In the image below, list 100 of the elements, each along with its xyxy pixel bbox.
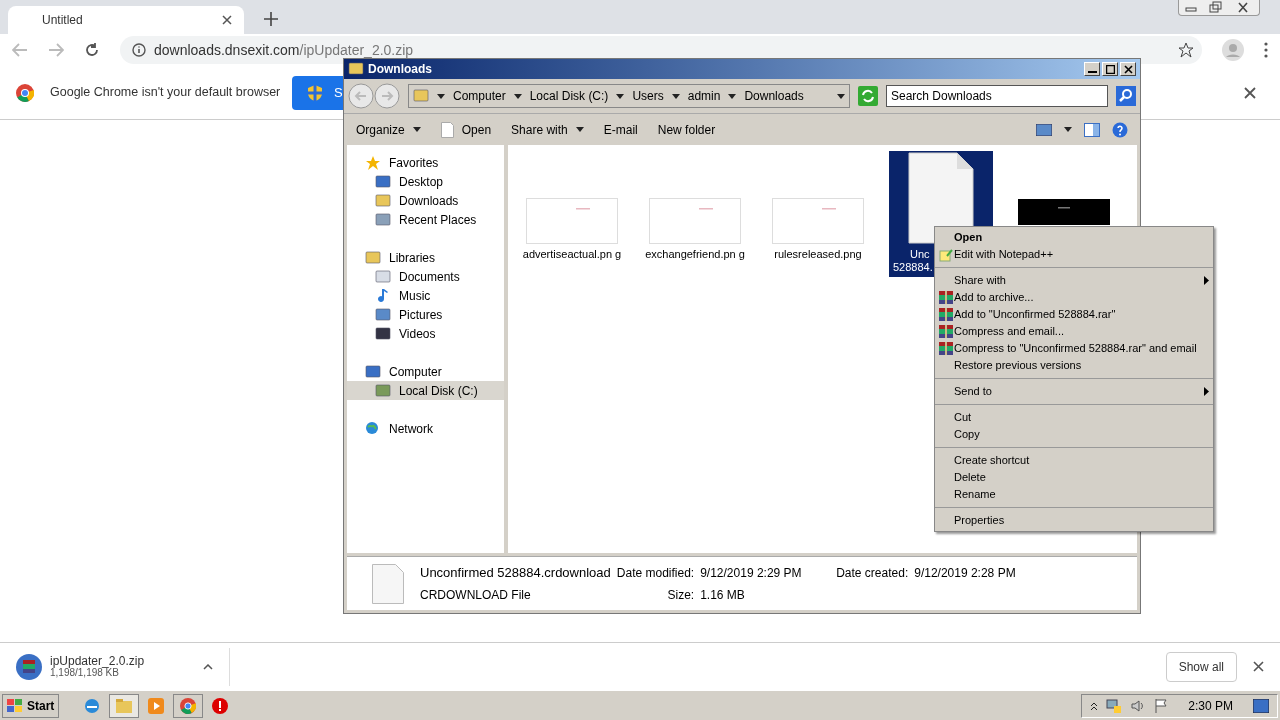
nav-item[interactable]: Videos — [347, 324, 504, 343]
nav-item[interactable]: Music — [347, 286, 504, 305]
field-label: Date created: — [836, 564, 909, 582]
url-text: downloads.dnsexit.com/ipUpdater_2.0.zip — [154, 40, 414, 60]
archive-icon — [939, 291, 953, 304]
refresh-icon[interactable] — [858, 86, 878, 106]
menu-item[interactable]: Create shortcut — [935, 452, 1213, 469]
window-title: Downloads — [368, 61, 432, 78]
nav-item[interactable]: Network — [347, 419, 504, 438]
chrome-logo-icon — [180, 697, 197, 714]
new-tab-icon[interactable] — [264, 12, 278, 26]
maximize-button[interactable] — [1102, 62, 1118, 76]
menu-item[interactable]: Compress to "Unconfirmed 528884.rar" and email — [935, 340, 1213, 357]
toolbar-button[interactable]: New folder — [657, 120, 716, 139]
menu-item[interactable]: Send to — [935, 383, 1213, 400]
start-button[interactable]: Start — [2, 693, 60, 718]
caret-icon — [671, 93, 680, 99]
network-icon[interactable] — [1106, 697, 1123, 714]
breadcrumb-item[interactable]: Computer — [453, 87, 506, 105]
nav-item[interactable]: Recent Places — [347, 210, 504, 229]
chevron-up-icon[interactable] — [1090, 700, 1099, 711]
menu-item[interactable]: Properties — [935, 512, 1213, 529]
address-bar[interactable]: Computer Local Disk (C:) Users admin Downloads — [408, 84, 850, 108]
field-label: Size: — [666, 587, 695, 605]
field-value: 9/12/2019 2:28 PM — [914, 564, 1016, 582]
menu-item[interactable]: Rename — [935, 486, 1213, 503]
menu-item[interactable]: Cut — [935, 409, 1213, 426]
field-value: 9/12/2019 2:29 PM — [700, 564, 803, 582]
caret-icon — [616, 93, 625, 99]
browser-icon[interactable] — [83, 696, 102, 715]
show-all-button[interactable]: Show all — [1165, 651, 1237, 682]
breadcrumb-item[interactable]: Users — [632, 87, 664, 105]
submenu-arrow-icon — [1204, 387, 1209, 396]
document-icon — [372, 563, 404, 604]
toolbar-button[interactable]: Share with — [511, 120, 584, 139]
menu-icon[interactable] — [1264, 42, 1268, 58]
file-item[interactable]: rulesreleased.png — [766, 151, 870, 277]
nav-item[interactable]: Desktop — [347, 172, 504, 191]
nav-item[interactable]: Downloads — [347, 191, 504, 210]
windows-logo-icon — [7, 698, 23, 713]
file-type: CRDOWNLOAD File — [420, 587, 532, 605]
chevron-up-icon[interactable] — [203, 663, 213, 670]
chrome-taskbar-button[interactable] — [173, 693, 204, 718]
nav-item[interactable]: Local Disk (C:) — [347, 381, 504, 400]
star-icon[interactable] — [1178, 42, 1194, 58]
document-icon — [440, 121, 454, 138]
minimize-button[interactable] — [1084, 62, 1100, 76]
file-name: exchangefriend.pn g — [645, 248, 745, 261]
folder-taskbar-button[interactable] — [109, 693, 140, 718]
close-icon[interactable] — [222, 15, 232, 25]
stop-icon[interactable] — [211, 696, 230, 715]
menu-item[interactable]: Compress and email... — [935, 323, 1213, 340]
menu-item[interactable]: Delete — [935, 469, 1213, 486]
close-icon[interactable] — [1244, 86, 1256, 99]
help-icon[interactable] — [1112, 121, 1128, 138]
nav-item[interactable]: Pictures — [347, 305, 504, 324]
menu-item[interactable]: Copy — [935, 426, 1213, 443]
browser-tab[interactable]: Untitled — [8, 6, 244, 34]
recent-places-icon — [375, 211, 391, 228]
caret-icon — [728, 93, 737, 99]
breadcrumb-item[interactable]: admin — [687, 87, 721, 105]
view-icon[interactable] — [1036, 123, 1052, 136]
document-icon — [375, 268, 391, 285]
close-icon[interactable] — [1253, 661, 1264, 672]
toolbar-button[interactable]: Open — [440, 120, 492, 139]
folder-icon — [116, 698, 133, 713]
close-icon — [1123, 64, 1133, 74]
breadcrumb-item[interactable]: Local Disk (C:) — [529, 87, 609, 105]
caret-icon — [1064, 127, 1072, 132]
caret-icon — [513, 93, 522, 99]
show-desktop-icon[interactable] — [1253, 698, 1269, 713]
nav-item[interactable]: Libraries — [347, 248, 504, 267]
monitor-icon — [375, 173, 391, 190]
nav-item[interactable]: Computer — [347, 362, 504, 381]
reload-icon[interactable] — [84, 42, 100, 58]
preview-pane-icon[interactable] — [1084, 122, 1100, 137]
infobar-message: Google Chrome isn't your default browser — [50, 84, 279, 102]
menu-item[interactable]: Restore previous versions — [935, 357, 1213, 374]
archive-icon — [939, 342, 953, 355]
file-item[interactable]: advertiseactual.pn g — [520, 151, 624, 277]
toolbar-button[interactable]: Organize — [356, 120, 421, 139]
folder-icon — [413, 88, 429, 104]
media-player-icon[interactable] — [147, 696, 166, 715]
file-item[interactable]: exchangefriend.pn g — [643, 151, 747, 277]
menu-item[interactable]: Add to archive... — [935, 289, 1213, 306]
flag-icon[interactable] — [1154, 697, 1169, 714]
menu-item[interactable]: Add to "Unconfirmed 528884.rar" — [935, 306, 1213, 323]
toolbar-button[interactable]: E-mail — [603, 120, 638, 139]
search-field[interactable]: Search Downloads — [886, 85, 1108, 107]
close-button[interactable] — [1120, 62, 1136, 76]
nav-item[interactable]: Favorites — [347, 153, 504, 172]
search-icon[interactable] — [1116, 86, 1136, 106]
download-item[interactable]: ipUpdater_2.0.zip 1,198/1,198 KB — [16, 647, 230, 686]
field-value: 1.16 MB — [700, 587, 746, 605]
shield-icon — [308, 84, 322, 101]
breadcrumb-item[interactable]: Downloads — [744, 87, 804, 105]
archive-icon — [16, 653, 42, 680]
maximize-icon — [1105, 64, 1115, 74]
nav-item[interactable]: Documents — [347, 267, 504, 286]
caret-icon — [575, 127, 584, 132]
